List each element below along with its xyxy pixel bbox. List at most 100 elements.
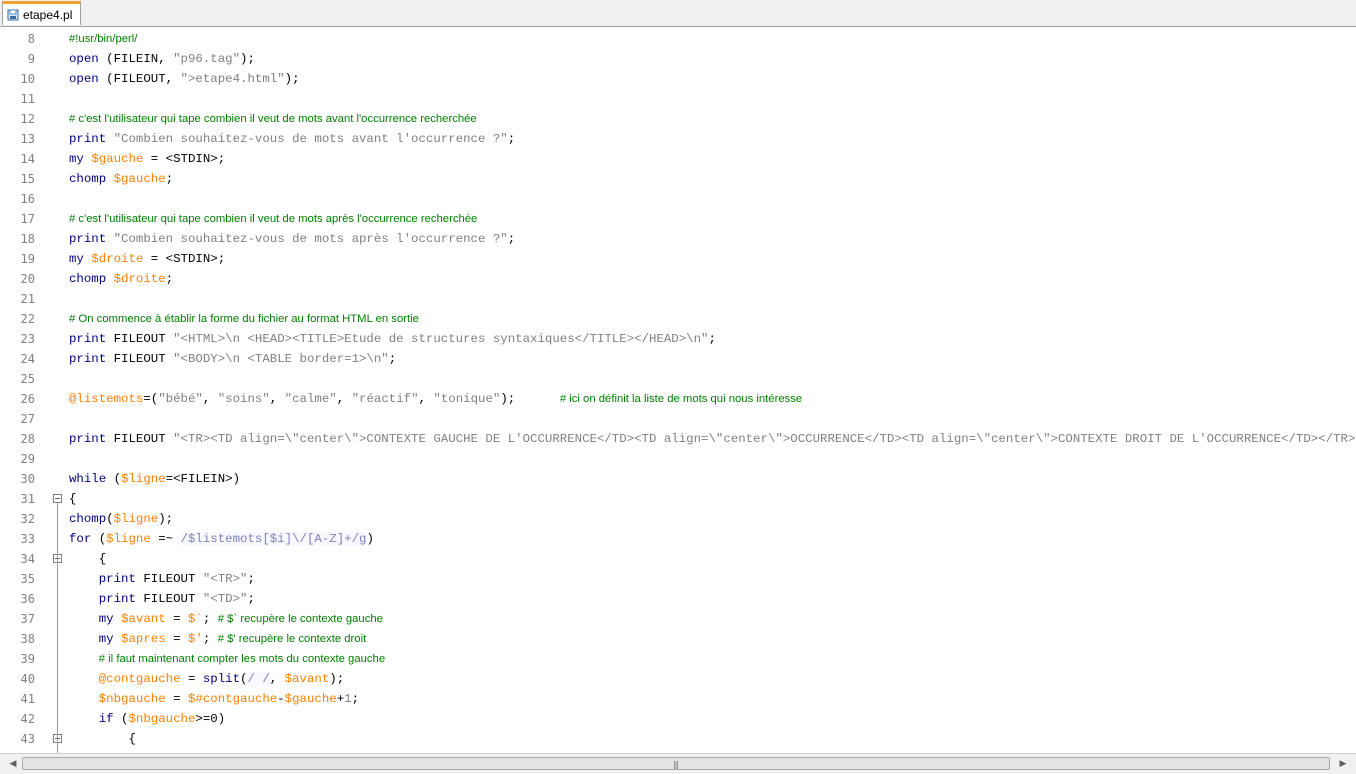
code-line[interactable]: 27 xyxy=(0,409,1356,429)
line-number: 18 xyxy=(20,232,35,246)
code-token: $gauche xyxy=(91,152,144,166)
code-token: $nbgauche xyxy=(98,692,166,706)
code-line[interactable]: 21 xyxy=(0,289,1356,309)
code-line[interactable]: 30 while ($ligne=<FILEIN>) xyxy=(0,469,1356,489)
code-token: # c'est l'utilisateur qui tape combien i… xyxy=(69,113,477,125)
code-text: my $gauche = <STDIN>; xyxy=(69,149,225,169)
code-text: { xyxy=(69,489,76,509)
code-line[interactable]: 28 print FILEOUT "<TR><TD align=\"center\… xyxy=(0,429,1356,449)
line-number: 39 xyxy=(20,652,35,666)
code-line[interactable]: 36 print FILEOUT "<TD>"; xyxy=(0,589,1356,609)
code-line[interactable]: 33 for ($ligne =~ /$listemots[$i]\/[A-Z]+… xyxy=(0,529,1356,549)
scrollbar-thumb[interactable]: ||| xyxy=(22,757,1330,770)
line-number: 26 xyxy=(20,392,35,406)
code-token: FILEOUT xyxy=(135,592,203,606)
code-token: my xyxy=(69,152,84,166)
code-line[interactable]: 32 chomp($ligne); xyxy=(0,509,1356,529)
code-text: if ($nbgauche>=0) xyxy=(69,709,225,729)
code-token: $nbgauche xyxy=(128,712,196,726)
code-line[interactable]: 17 # c'est l'utilisateur qui tape combien… xyxy=(0,209,1356,229)
code-line[interactable]: 12 # c'est l'utilisateur qui tape combien… xyxy=(0,109,1356,129)
code-token: $#contgauche xyxy=(187,692,278,706)
code-line[interactable]: 24 print FILEOUT "<BODY>\n <TABLE border=… xyxy=(0,349,1356,369)
code-line[interactable]: 26 @listemots=("bébé", "soins", "calme", … xyxy=(0,389,1356,409)
code-line[interactable]: 42 if ($nbgauche>=0) xyxy=(0,709,1356,729)
code-token: "<TD>" xyxy=(202,592,248,606)
code-line[interactable]: 20 chomp $droite; xyxy=(0,269,1356,289)
code-line[interactable]: 43 { xyxy=(0,729,1356,749)
code-token: $avant xyxy=(284,672,330,686)
code-token: 1 xyxy=(344,692,352,706)
line-number: 29 xyxy=(20,452,35,466)
code-line[interactable]: 39 # il faut maintenant compter les mots… xyxy=(0,649,1356,669)
code-line[interactable]: 16 xyxy=(0,189,1356,209)
code-token: / / xyxy=(247,672,270,686)
code-line[interactable]: 11 xyxy=(0,89,1356,109)
line-number: 35 xyxy=(20,572,35,586)
code-token: ); xyxy=(284,72,300,86)
code-token: ); xyxy=(329,672,345,686)
code-line[interactable]: 15 chomp $gauche; xyxy=(0,169,1356,189)
scroll-right-arrow-icon[interactable]: ▶ xyxy=(1336,757,1350,771)
code-text: print "Combien souhaitez-vous de mots av… xyxy=(69,129,515,149)
code-line[interactable]: 23 print FILEOUT "<HTML>\n <HEAD><TITLE>E… xyxy=(0,329,1356,349)
code-line[interactable]: 40 @contgauche = split(/ /, $avant); xyxy=(0,669,1356,689)
code-token: ; xyxy=(165,172,174,186)
code-token: ; xyxy=(202,612,218,626)
code-text: my $apres = $'; # $' recupère le context… xyxy=(69,629,366,649)
code-editor[interactable]: 8 #!usr/bin/perl/9 open (FILEIN, "p96.tag"… xyxy=(0,28,1356,753)
code-token: "<BODY>\n <TABLE border=1>\n" xyxy=(173,352,389,366)
line-number: 8 xyxy=(27,32,35,46)
code-line[interactable]: 19 my $droite = <STDIN>; xyxy=(0,249,1356,269)
code-token: ( xyxy=(91,532,107,546)
code-text: #!usr/bin/perl/ xyxy=(69,29,137,49)
code-token: "Combien souhaitez-vous de mots avant l'… xyxy=(113,132,508,146)
code-line[interactable]: 34 { xyxy=(0,549,1356,569)
code-token: "réactif" xyxy=(351,392,419,406)
code-token: , xyxy=(269,672,285,686)
code-line[interactable]: 13 print "Combien souhaitez-vous de mots … xyxy=(0,129,1356,149)
fold-toggle-icon[interactable] xyxy=(53,494,62,503)
code-line[interactable]: 9 open (FILEIN, "p96.tag"); xyxy=(0,49,1356,69)
scroll-left-arrow-icon[interactable]: ◀ xyxy=(6,757,20,771)
code-text: { xyxy=(69,549,106,569)
code-token: print xyxy=(69,352,107,366)
code-token: print xyxy=(69,332,107,346)
code-line[interactable]: 37 my $avant = $`; # $` recupère le cont… xyxy=(0,609,1356,629)
code-line[interactable]: 29 xyxy=(0,449,1356,469)
line-number: 22 xyxy=(20,312,35,326)
code-token: =~ xyxy=(150,532,181,546)
code-token: @contgauche xyxy=(98,672,181,686)
code-line[interactable]: 18 print "Combien souhaitez-vous de mots … xyxy=(0,229,1356,249)
code-text: chomp($ligne); xyxy=(69,509,173,529)
code-token: = <STDIN>; xyxy=(143,252,226,266)
code-text: for ($ligne =~ /$listemots[$i]\/[A-Z]+/g… xyxy=(69,529,374,549)
code-token: =<FILEIN>) xyxy=(165,472,241,486)
code-line[interactable]: 22 # On commence à établir la forme du fi… xyxy=(0,309,1356,329)
code-text: print FILEOUT "<HTML>\n <HEAD><TITLE>Etu… xyxy=(69,329,716,349)
code-line[interactable]: 25 xyxy=(0,369,1356,389)
code-line[interactable]: 8 #!usr/bin/perl/ xyxy=(0,29,1356,49)
code-token: chomp xyxy=(69,512,107,526)
code-line[interactable]: 31 { xyxy=(0,489,1356,509)
code-token: ( xyxy=(106,472,122,486)
code-token: ; xyxy=(165,272,174,286)
code-text: my $avant = $`; # $` recupère le context… xyxy=(69,609,383,629)
code-line[interactable]: 10 open (FILEOUT, ">etape4.html"); xyxy=(0,69,1356,89)
tab-etape4[interactable]: etape4.pl xyxy=(2,1,82,25)
horizontal-scrollbar[interactable]: ◀ ||| ▶ xyxy=(0,753,1356,774)
code-token: "bébé" xyxy=(158,392,203,406)
code-line[interactable]: 41 $nbgauche = $#contgauche-$gauche+1; xyxy=(0,689,1356,709)
code-token: "p96.tag" xyxy=(173,52,241,66)
code-line[interactable]: 38 my $apres = $'; # $' recupère le cont… xyxy=(0,629,1356,649)
code-line[interactable]: 14 my $gauche = <STDIN>; xyxy=(0,149,1356,169)
code-token: , xyxy=(202,392,218,406)
code-text: # c'est l'utilisateur qui tape combien i… xyxy=(69,209,477,229)
code-line[interactable]: 35 print FILEOUT "<TR>"; xyxy=(0,569,1356,589)
code-text: while ($ligne=<FILEIN>) xyxy=(69,469,240,489)
code-token: , xyxy=(418,392,434,406)
line-number: 41 xyxy=(20,692,35,706)
line-number: 19 xyxy=(20,252,35,266)
code-token: # $' recupère le contexte droit xyxy=(217,633,367,645)
